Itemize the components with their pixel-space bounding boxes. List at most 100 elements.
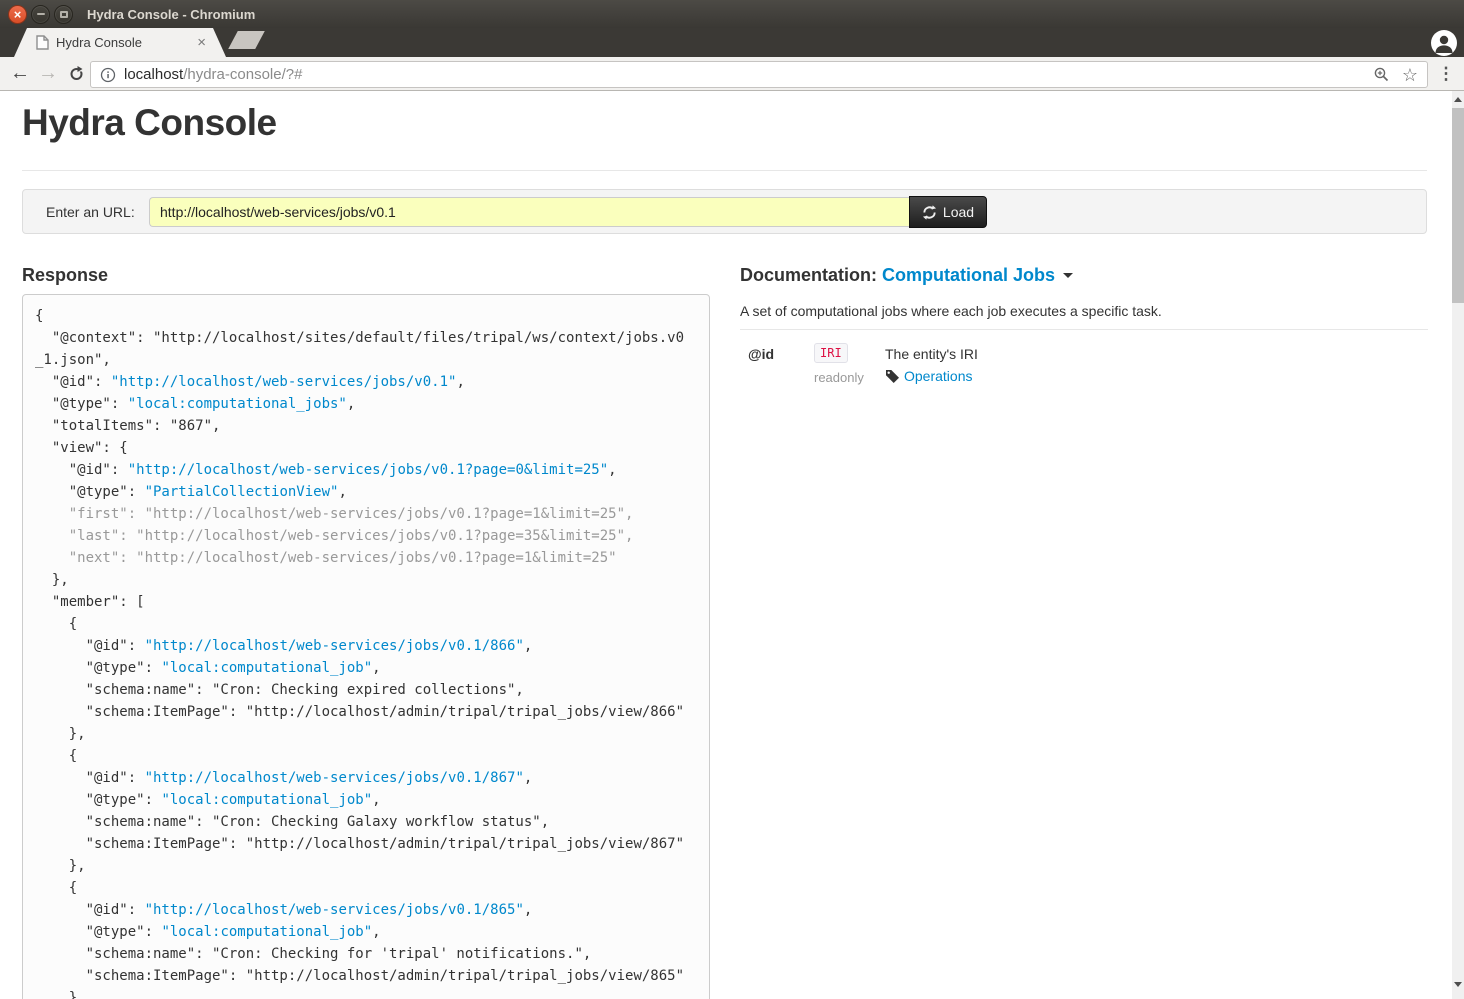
json-line: _1.json", bbox=[35, 349, 697, 371]
json-link[interactable]: "http://localhost/web-services/jobs/v0.1… bbox=[111, 374, 457, 390]
url-input[interactable] bbox=[149, 197, 909, 227]
json-line: "schema:name": "Cron: Checking for 'trip… bbox=[35, 943, 697, 965]
forward-button[interactable]: → bbox=[34, 60, 62, 88]
profile-avatar-button[interactable] bbox=[1431, 30, 1457, 56]
tab-strip: Hydra Console × bbox=[0, 28, 1464, 57]
json-line: "view": { bbox=[35, 437, 697, 459]
json-text: }, bbox=[35, 858, 86, 874]
json-text: { bbox=[35, 616, 77, 632]
json-text: "@type": bbox=[35, 924, 161, 940]
zoom-icon[interactable] bbox=[1373, 66, 1390, 83]
json-line: "@id": "http://localhost/web-services/jo… bbox=[35, 767, 697, 789]
json-line: { bbox=[35, 613, 697, 635]
back-button[interactable]: ← bbox=[6, 60, 34, 88]
bookmark-star-icon[interactable]: ☆ bbox=[1402, 66, 1418, 84]
json-link[interactable]: "http://localhost/web-services/jobs/v0.1… bbox=[145, 902, 524, 918]
json-text: , bbox=[372, 792, 380, 808]
json-line: "@type": "local:computational_job", bbox=[35, 657, 697, 679]
documentation-panel: Documentation: Computational Jobs A set … bbox=[740, 265, 1428, 995]
reload-button[interactable] bbox=[62, 60, 90, 88]
property-access-label: readonly bbox=[814, 370, 885, 385]
json-link[interactable]: "http://localhost/web-services/jobs/v0.1… bbox=[145, 770, 524, 786]
info-icon[interactable] bbox=[100, 67, 116, 83]
json-link[interactable]: "local:computational_job" bbox=[161, 792, 372, 808]
json-text: "@type": bbox=[35, 396, 128, 412]
tab-hydra-console[interactable]: Hydra Console × bbox=[14, 28, 226, 57]
chevron-down-icon[interactable] bbox=[1063, 273, 1073, 278]
scroll-down-icon[interactable] bbox=[1454, 982, 1462, 987]
json-link[interactable]: "local:computational_job" bbox=[161, 924, 372, 940]
tag-icon bbox=[885, 369, 899, 383]
json-link[interactable]: "local:computational_job" bbox=[161, 660, 372, 676]
documentation-heading: Documentation: Computational Jobs bbox=[740, 265, 1428, 286]
property-description: The entity's IRI bbox=[885, 343, 1428, 362]
load-button[interactable]: Load bbox=[909, 196, 987, 228]
json-text: "@id": bbox=[35, 638, 145, 654]
documentation-class-link[interactable]: Computational Jobs bbox=[882, 265, 1055, 285]
json-text: , bbox=[372, 924, 380, 940]
documentation-divider bbox=[740, 329, 1428, 330]
json-line: }, bbox=[35, 723, 697, 745]
tab-close-icon[interactable]: × bbox=[197, 35, 206, 50]
json-line: } bbox=[35, 987, 697, 999]
json-line: }, bbox=[35, 569, 697, 591]
header-divider bbox=[22, 170, 1427, 171]
window-maximize-button[interactable] bbox=[54, 5, 73, 24]
json-text: "totalItems": "867", bbox=[35, 418, 220, 434]
url-host: localhost bbox=[124, 66, 183, 83]
json-text: "view": { bbox=[35, 440, 128, 456]
json-text: }, bbox=[35, 572, 69, 588]
json-line: "schema:name": "Cron: Checking expired c… bbox=[35, 679, 697, 701]
json-line: "schema:name": "Cron: Checking Galaxy wo… bbox=[35, 811, 697, 833]
json-text: "schema:name": "Cron: Checking Galaxy wo… bbox=[35, 814, 549, 830]
response-heading: Response bbox=[22, 265, 108, 286]
page-scrollbar[interactable] bbox=[1452, 91, 1464, 999]
json-text: "schema:name": "Cron: Checking expired c… bbox=[35, 682, 524, 698]
menu-dots-icon: ⋮ bbox=[1438, 64, 1455, 84]
json-line: "member": [ bbox=[35, 591, 697, 613]
window-minimize-button[interactable] bbox=[31, 5, 50, 24]
json-line: { bbox=[35, 877, 697, 899]
tab-title: Hydra Console bbox=[56, 35, 142, 50]
browser-menu-button[interactable]: ⋮ bbox=[1434, 62, 1458, 86]
window-close-button[interactable]: × bbox=[8, 5, 27, 24]
load-button-label: Load bbox=[943, 204, 974, 220]
json-link[interactable]: "http://localhost/web-services/jobs/v0.1… bbox=[128, 462, 608, 478]
json-text: "schema:ItemPage": "http://localhost/adm… bbox=[35, 704, 684, 720]
json-line: "schema:ItemPage": "http://localhost/adm… bbox=[35, 833, 697, 855]
address-bar[interactable]: localhost/hydra-console/?# ☆ bbox=[90, 61, 1428, 88]
json-text: { bbox=[35, 748, 77, 764]
maximize-icon bbox=[60, 11, 68, 18]
json-text: "next": "http://localhost/web-services/j… bbox=[35, 550, 617, 566]
json-text: "schema:name": "Cron: Checking for 'trip… bbox=[35, 946, 591, 962]
json-line: "@id": "http://localhost/web-services/jo… bbox=[35, 899, 697, 921]
json-text: , bbox=[372, 660, 380, 676]
json-text: , bbox=[456, 374, 464, 390]
json-line: "@type": "local:computational_job", bbox=[35, 789, 697, 811]
json-text: "@id": bbox=[35, 770, 145, 786]
new-tab-button[interactable] bbox=[228, 31, 265, 49]
scroll-up-icon[interactable] bbox=[1454, 97, 1462, 102]
json-text: }, bbox=[35, 726, 86, 742]
operations-link[interactable]: Operations bbox=[904, 368, 972, 384]
json-text: "@context": "http://localhost/sites/defa… bbox=[35, 330, 684, 346]
url-form-label: Enter an URL: bbox=[46, 204, 135, 220]
json-line: "@id": "http://localhost/web-services/jo… bbox=[35, 371, 697, 393]
json-text: "schema:ItemPage": "http://localhost/adm… bbox=[35, 836, 684, 852]
page-content: Hydra Console Enter an URL: Load Respons… bbox=[0, 91, 1464, 999]
json-text: "last": "http://localhost/web-services/j… bbox=[35, 528, 633, 544]
json-link[interactable]: "PartialCollectionView" bbox=[145, 484, 339, 500]
window-titlebar: × Hydra Console - Chromium bbox=[0, 0, 1464, 28]
json-line: "@id": "http://localhost/web-services/jo… bbox=[35, 635, 697, 657]
page-favicon-icon bbox=[36, 35, 49, 50]
json-text: , bbox=[347, 396, 355, 412]
url-form-panel: Enter an URL: Load bbox=[22, 189, 1427, 234]
json-text: "first": "http://localhost/web-services/… bbox=[35, 506, 633, 522]
json-line: "@type": "local:computational_jobs", bbox=[35, 393, 697, 415]
json-link[interactable]: "local:computational_jobs" bbox=[128, 396, 347, 412]
json-link[interactable]: "http://localhost/web-services/jobs/v0.1… bbox=[145, 638, 524, 654]
scrollbar-thumb[interactable] bbox=[1452, 108, 1464, 303]
json-text: "@id": bbox=[35, 374, 111, 390]
page-title: Hydra Console bbox=[22, 102, 277, 144]
json-text: , bbox=[524, 638, 532, 654]
